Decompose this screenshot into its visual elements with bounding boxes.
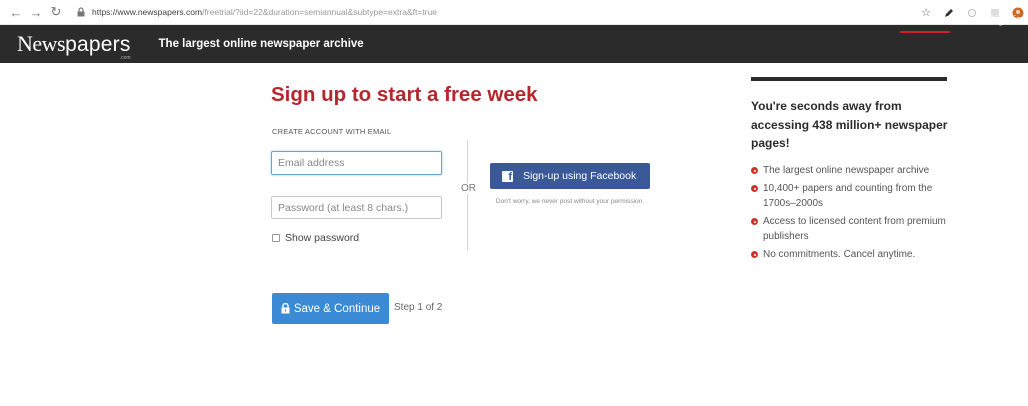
save-continue-button[interactable]: Save & Continue — [272, 293, 389, 324]
facebook-button-label: Sign-up using Facebook — [523, 170, 637, 182]
logo-news: News — [17, 31, 66, 56]
show-password-toggle[interactable]: Show password — [272, 232, 359, 244]
browser-toolbar: ← → ↻ https://www.newspapers.com/freetri… — [0, 0, 1028, 25]
reload-icon[interactable]: ↻ — [48, 4, 64, 20]
list-item-text: Access to licensed content from premium … — [763, 216, 946, 242]
url-path: /freetrial/?iid=22&duration=semiannual&s… — [202, 7, 437, 17]
password-input[interactable] — [271, 196, 442, 219]
step-indicator: Step 1 of 2 — [394, 302, 443, 313]
circle-icon[interactable] — [966, 7, 978, 19]
list-item: Access to licensed content from premium … — [751, 214, 961, 244]
lock-icon — [281, 303, 290, 314]
subscribe-underline — [900, 31, 950, 33]
logo-com: .com — [119, 55, 131, 61]
newspapers-logo[interactable]: News papers .com — [17, 31, 131, 61]
back-arrow-icon[interactable]: ← — [8, 4, 24, 20]
forward-arrow-icon[interactable]: → — [28, 4, 44, 20]
facebook-note: Don't worry, we never post without your … — [495, 198, 645, 205]
email-input[interactable] — [271, 151, 442, 175]
url-text: https://www.newspapers.com/freetrial/?ii… — [92, 7, 437, 17]
list-item-text: The largest online newspaper archive — [763, 165, 930, 176]
show-password-label: Show password — [285, 232, 360, 244]
bullet-icon — [751, 251, 758, 258]
facebook-signup-button[interactable]: f Sign-up using Facebook — [490, 163, 650, 189]
url-host: https://www.newspapers.com — [92, 7, 203, 17]
bullet-icon — [751, 218, 758, 225]
list-item: No commitments. Cancel anytime. — [751, 247, 961, 262]
facebook-icon: f — [502, 170, 513, 182]
lock-icon — [77, 7, 85, 17]
list-item: 10,400+ papers and counting from the 170… — [751, 181, 961, 211]
list-item-text: No commitments. Cancel anytime. — [763, 249, 916, 260]
bullet-icon — [751, 167, 758, 174]
benefits-list: The largest online newspaper archive 10,… — [751, 163, 961, 262]
site-header: News papers .com The largest online newsp… — [0, 25, 1028, 63]
panel-heading: You're seconds away from accessing 438 m… — [751, 99, 948, 150]
or-divider — [467, 140, 468, 250]
list-item: The largest online newspaper archive — [751, 163, 961, 178]
logo-papers: papers — [65, 33, 131, 56]
create-account-label: CREATE ACCOUNT WITH EMAIL — [272, 127, 392, 136]
or-label: OR — [460, 183, 477, 194]
save-continue-label: Save & Continue — [293, 302, 381, 315]
panel-rule — [751, 77, 947, 81]
subscribe-link[interactable]: Subscribe — [902, 13, 951, 25]
bullet-icon — [751, 185, 758, 192]
page-title: Sign up to start a free week — [271, 83, 538, 106]
list-item-text: 10,400+ papers and counting from the 170… — [763, 183, 933, 209]
show-password-checkbox[interactable] — [272, 234, 280, 242]
site-tagline: The largest online newspaper archive — [158, 38, 364, 50]
signin-link[interactable]: Sign-in ▾ — [988, 13, 1028, 26]
address-bar[interactable]: https://www.newspapers.com/freetrial/?ii… — [76, 7, 437, 17]
